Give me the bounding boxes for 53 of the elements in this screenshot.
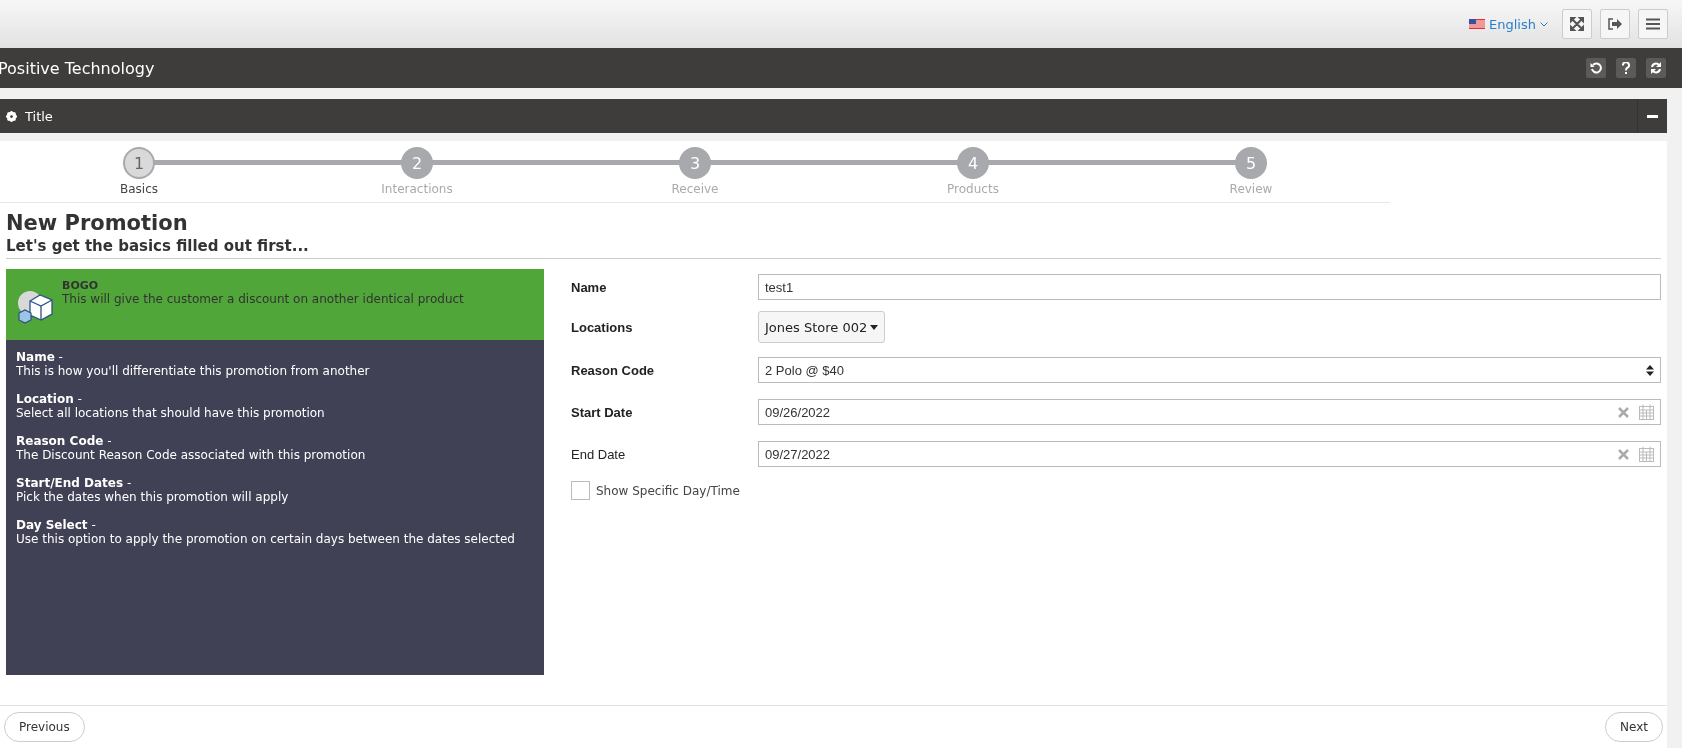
minus-icon (1647, 114, 1658, 118)
help-text: Use this option to apply the promotion on certain days between the dates selected (16, 532, 516, 546)
chevron-down-icon (1540, 21, 1548, 27)
history-button[interactable] (1586, 58, 1606, 78)
help-term: Start/End Dates - (16, 476, 133, 490)
field-label: End Date (571, 446, 627, 462)
step-label: Review (1229, 182, 1273, 196)
app-title: Positive Technology (0, 58, 155, 78)
help-text: The Discount Reason Code associated with this promotion (16, 448, 367, 462)
page-heading: New Promotion (6, 211, 189, 235)
caret-icon (870, 324, 879, 330)
gear-icon (6, 110, 17, 122)
step-label: Receive (671, 182, 719, 196)
refresh-icon (1650, 62, 1662, 74)
history-icon (1590, 62, 1602, 74)
checkbox[interactable] (571, 481, 590, 500)
field-label: Reason Code (571, 362, 656, 378)
language-selector[interactable]: English (1469, 16, 1548, 32)
sort-icon (1646, 364, 1654, 376)
step-label: Interactions (381, 182, 453, 196)
page-subheading: Let's get the basics filled out first... (6, 237, 1661, 259)
help-term: Day Select - (16, 518, 97, 532)
menu-icon (1646, 18, 1660, 30)
help-text: Pick the dates when this promotion will apply (16, 490, 290, 504)
step-label: Products (947, 182, 999, 196)
locations-dropdown[interactable]: Jones Store 002 (758, 311, 886, 343)
panel-title: Title (6, 108, 53, 124)
refresh-button[interactable] (1646, 58, 1666, 78)
question-icon (1622, 62, 1630, 74)
step-circle[interactable]: 1 (123, 147, 155, 179)
help-term: Reason Code - (16, 434, 113, 448)
name-input[interactable]: test1 (758, 274, 1661, 300)
next-button[interactable]: Next (1605, 712, 1663, 742)
help-text: Select all locations that should have this promotion (16, 406, 326, 420)
fullscreen-button[interactable] (1562, 9, 1592, 39)
checkbox-label: Show Specific Day/Time (596, 483, 740, 498)
promo-type-description: This will give the customer a discount on another identical product (62, 292, 464, 306)
help-term: Name - (16, 350, 64, 364)
expand-arrows-icon (1570, 17, 1584, 31)
logout-button[interactable] (1600, 9, 1630, 39)
help-term: Location - (16, 392, 83, 406)
previous-button[interactable]: Previous (4, 712, 85, 742)
menu-button[interactable] (1638, 9, 1668, 39)
sign-out-icon (1608, 18, 1622, 30)
reason-code-select[interactable]: 2 Polo @ $40 (758, 357, 1661, 383)
field-label: Locations (571, 319, 634, 335)
field-label: Start Date (571, 404, 634, 420)
step-label: Basics (120, 182, 158, 196)
field-label: Name (571, 279, 608, 295)
flag-icon (1469, 19, 1486, 29)
help-button[interactable] (1616, 58, 1636, 78)
promo-type-name: BOGO (62, 279, 100, 292)
help-text: This is how you'll differentiate this promotion from another (16, 364, 371, 378)
